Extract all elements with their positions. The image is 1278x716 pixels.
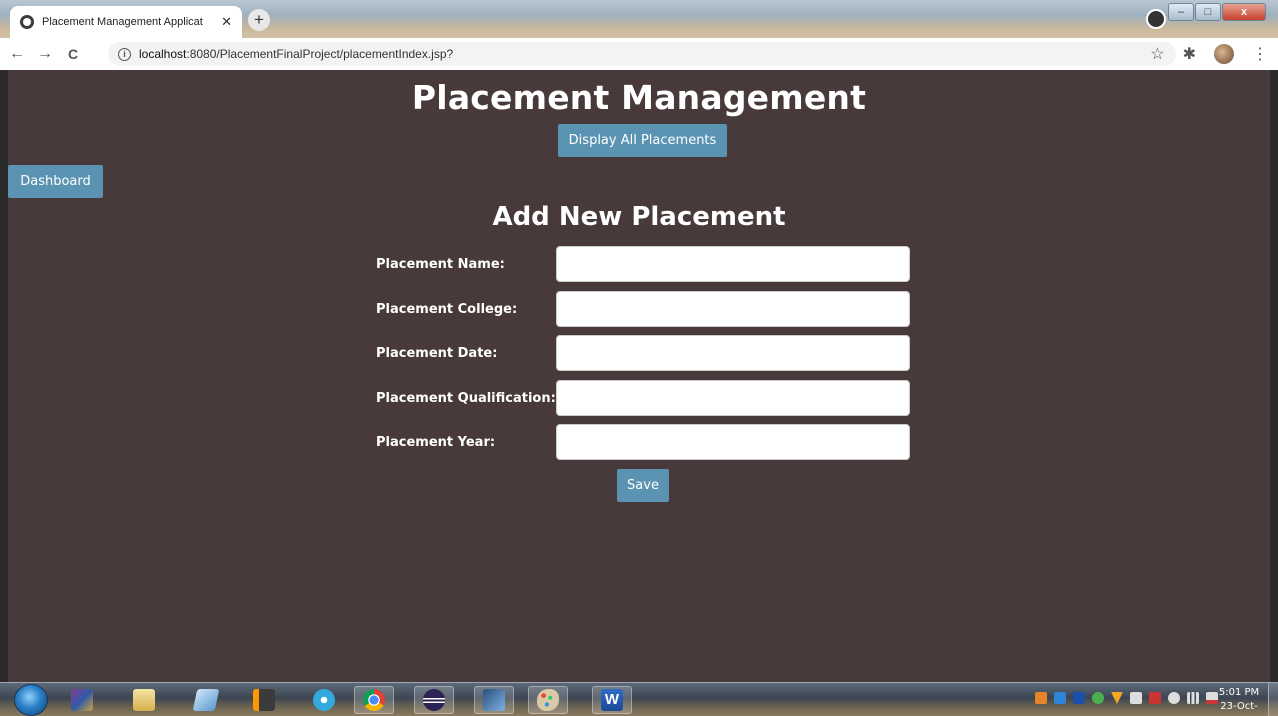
new-tab-button[interactable]: + [248,9,270,31]
save-button[interactable]: Save [617,469,669,502]
notepad-icon[interactable] [186,686,226,714]
signal-icon[interactable] [1187,692,1199,704]
form-title: Add New Placement [492,202,786,232]
page-content: Placement Management Display All Placeme… [8,70,1270,682]
bookmark-star-icon[interactable]: ☆ [1150,44,1164,64]
minimize-button[interactable]: – [1168,3,1194,21]
reload-icon[interactable]: C [62,46,84,62]
placement-name-label: Placement Name: [376,256,505,272]
back-arrow-icon[interactable]: ← [6,45,28,63]
forward-arrow-icon[interactable]: → [34,45,56,63]
placement-college-label: Placement College: [376,301,518,317]
browser-tab-strip: Placement Management Applicat ✕ + – □ x [0,0,1278,38]
chrome-profile-icon[interactable] [1146,9,1166,29]
tray-app-icon[interactable] [1035,692,1047,704]
placement-qualification-input[interactable] [556,380,910,416]
telegram-icon[interactable] [304,686,344,714]
placement-qualification-row: Placement Qualification: [376,380,912,416]
word-icon[interactable]: W [592,686,632,714]
screen: Placement Management Applicat ✕ + – □ x … [0,0,1278,716]
clock-date: 23-Oct-21 [1220,701,1258,716]
url-path: :8080/PlacementFinalProject/placementInd… [186,47,454,61]
taskbar: W 5:01 PM 23-Oct-21 [0,682,1278,716]
url-text: localhost:8080/PlacementFinalProject/pla… [139,47,453,61]
placement-name-input[interactable] [556,246,910,282]
info-icon[interactable]: i [118,47,131,61]
url-host: localhost [139,47,187,61]
toolbar-actions: ☆ ✱ ⋮ [1150,44,1268,64]
paint-icon[interactable] [528,686,568,714]
system-tray [1035,692,1218,704]
browser-tab[interactable]: Placement Management Applicat ✕ [10,6,242,38]
tray-chat-icon[interactable] [1054,692,1066,704]
placement-college-row: Placement College: [376,291,912,327]
tray-bluetooth-icon[interactable] [1073,692,1085,704]
placement-date-row: Placement Date: [376,335,912,371]
placement-year-label: Placement Year: [376,434,496,450]
dashboard-button[interactable]: Dashboard [8,165,103,198]
profile-avatar[interactable] [1214,44,1234,64]
tray-device-icon[interactable] [1130,692,1142,704]
start-button[interactable] [14,684,48,716]
tray-green-icon[interactable] [1092,692,1104,704]
tab-title: Placement Management Applicat [42,16,203,28]
show-desktop-button[interactable] [1268,683,1278,716]
browser-toolbar: ← → C i localhost:8080/PlacementFinalPro… [0,38,1278,70]
page-title: Placement Management [411,78,867,117]
placement-qualification-label: Placement Qualification: [376,390,556,406]
display-all-placements-button[interactable]: Display All Placements [558,124,727,157]
placement-date-input[interactable] [556,335,910,371]
globe-icon [20,15,34,29]
tray-speaker-muted-icon[interactable] [1149,692,1161,704]
sublime-text-icon[interactable] [244,686,284,714]
placement-name-row: Placement Name: [376,246,912,282]
placement-date-label: Placement Date: [376,345,498,361]
network-icon[interactable] [474,686,514,714]
address-bar[interactable]: i localhost:8080/PlacementFinalProject/p… [108,42,1176,66]
tray-vlc-icon[interactable] [1111,692,1123,704]
winrar-icon[interactable] [62,686,102,714]
placement-year-input[interactable] [556,424,910,460]
window-close-button[interactable]: x [1222,3,1266,21]
close-tab-icon[interactable]: ✕ [221,14,232,30]
clock-time: 5:01 PM [1218,687,1260,698]
file-explorer-icon[interactable] [124,686,164,714]
volume-icon[interactable] [1168,692,1180,704]
browser-menu-icon[interactable]: ⋮ [1252,44,1268,64]
placement-college-input[interactable] [556,291,910,327]
window-controls: – □ x [1168,3,1266,21]
system-clock[interactable]: 5:01 PM 23-Oct-21 [1216,686,1262,716]
maximize-button[interactable]: □ [1195,3,1221,21]
chrome-icon[interactable] [354,686,394,714]
placement-year-row: Placement Year: [376,424,912,460]
extensions-puzzle-icon[interactable]: ✱ [1183,44,1196,64]
eclipse-icon[interactable] [414,686,454,714]
